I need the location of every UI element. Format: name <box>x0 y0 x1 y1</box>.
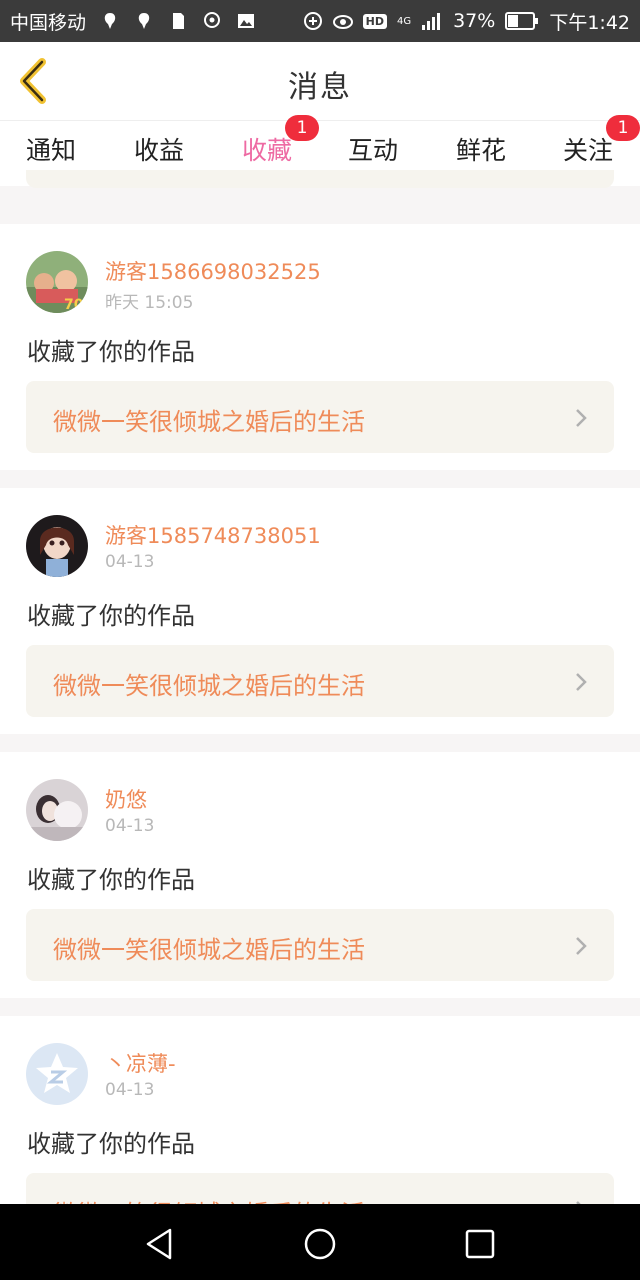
tab-following[interactable]: 关注 <box>563 131 613 167</box>
action-text: 收藏了你的作品 <box>27 602 195 630</box>
carrier-label: 中国移动 <box>10 11 87 34</box>
system-nav-bar <box>0 1204 640 1280</box>
tab-favorites[interactable]: 收藏 <box>242 131 292 167</box>
home-icon[interactable] <box>300 1224 340 1264</box>
avatar[interactable] <box>26 779 88 841</box>
tab-interactions[interactable]: 互动 <box>348 131 398 167</box>
work-title: 微微一笑很倾城之婚后的生活 <box>53 408 365 436</box>
work-link[interactable]: 微微一笑很倾城之婚后的生活 <box>26 909 614 981</box>
username[interactable]: 丶凉薄- <box>105 1048 176 1078</box>
username[interactable]: 游客1586698032525 <box>105 256 321 286</box>
tab-flowers[interactable]: 鲜花 <box>456 131 506 167</box>
battery-icon <box>505 12 539 30</box>
message-list[interactable]: 70 游客1586698032525 昨天 15:05 收藏了你的作品 微微一笑… <box>0 186 640 1204</box>
clock: 下午1:42 <box>549 11 630 34</box>
notification-icon <box>104 13 116 29</box>
avatar[interactable] <box>26 515 88 577</box>
work-link[interactable]: 微微一笑很倾城之婚后的生活 <box>26 1173 614 1204</box>
chevron-right-icon <box>576 409 587 427</box>
status-bar: 中国移动 HD 4G 37% 下午1:42 <box>0 0 640 42</box>
sd-card-icon <box>173 13 185 29</box>
list-item: 游客1585748738051 04-13 收藏了你的作品 微微一笑很倾城之婚后… <box>0 488 640 734</box>
default-avatar-icon[interactable] <box>26 1043 88 1105</box>
list-item: 70 游客1586698032525 昨天 15:05 收藏了你的作品 微微一笑… <box>0 224 640 470</box>
network-label: 4G <box>396 15 412 27</box>
svg-text:70: 70 <box>64 297 84 313</box>
image-icon <box>238 14 255 28</box>
chevron-right-icon <box>576 937 587 955</box>
username[interactable]: 游客1585748738051 <box>105 520 321 550</box>
work-title: 微微一笑很倾城之婚后的生活 <box>53 1194 365 1204</box>
timestamp: 昨天 15:05 <box>105 293 194 313</box>
notification-icon <box>138 13 150 29</box>
action-text: 收藏了你的作品 <box>27 866 195 894</box>
timestamp: 04-13 <box>105 1080 155 1100</box>
battery-percent: 37% <box>453 10 496 32</box>
hd-badge: HD <box>362 13 387 29</box>
back-icon[interactable] <box>140 1224 180 1264</box>
location-icon <box>204 12 221 28</box>
action-text: 收藏了你的作品 <box>27 1130 195 1158</box>
work-link[interactable]: 微微一笑很倾城之婚后的生活 <box>26 381 614 453</box>
eye-comfort-icon <box>332 15 353 29</box>
app-header: 消息 <box>0 42 640 120</box>
action-text: 收藏了你的作品 <box>27 338 195 366</box>
recents-icon[interactable] <box>460 1224 500 1264</box>
tab-earnings[interactable]: 收益 <box>134 131 184 167</box>
timestamp: 04-13 <box>105 552 155 572</box>
list-item: 丶凉薄- 04-13 收藏了你的作品 微微一笑很倾城之婚后的生活 <box>0 1016 640 1204</box>
list-item: 奶悠 04-13 收藏了你的作品 微微一笑很倾城之婚后的生活 <box>0 752 640 998</box>
username[interactable]: 奶悠 <box>105 784 147 814</box>
page-title: 消息 <box>288 70 352 105</box>
work-link[interactable]: 微微一笑很倾城之婚后的生活 <box>26 645 614 717</box>
timestamp: 04-13 <box>105 816 155 836</box>
chevron-right-icon <box>576 673 587 691</box>
tab-notifications[interactable]: 通知 <box>26 131 76 167</box>
data-saver-icon <box>303 12 322 30</box>
avatar[interactable]: 70 <box>26 251 88 313</box>
favorites-badge: 1 <box>285 115 319 141</box>
work-title: 微微一笑很倾城之婚后的生活 <box>53 936 365 964</box>
signal-icon <box>422 13 441 30</box>
following-badge: 1 <box>606 115 640 141</box>
work-title: 微微一笑很倾城之婚后的生活 <box>53 672 365 700</box>
